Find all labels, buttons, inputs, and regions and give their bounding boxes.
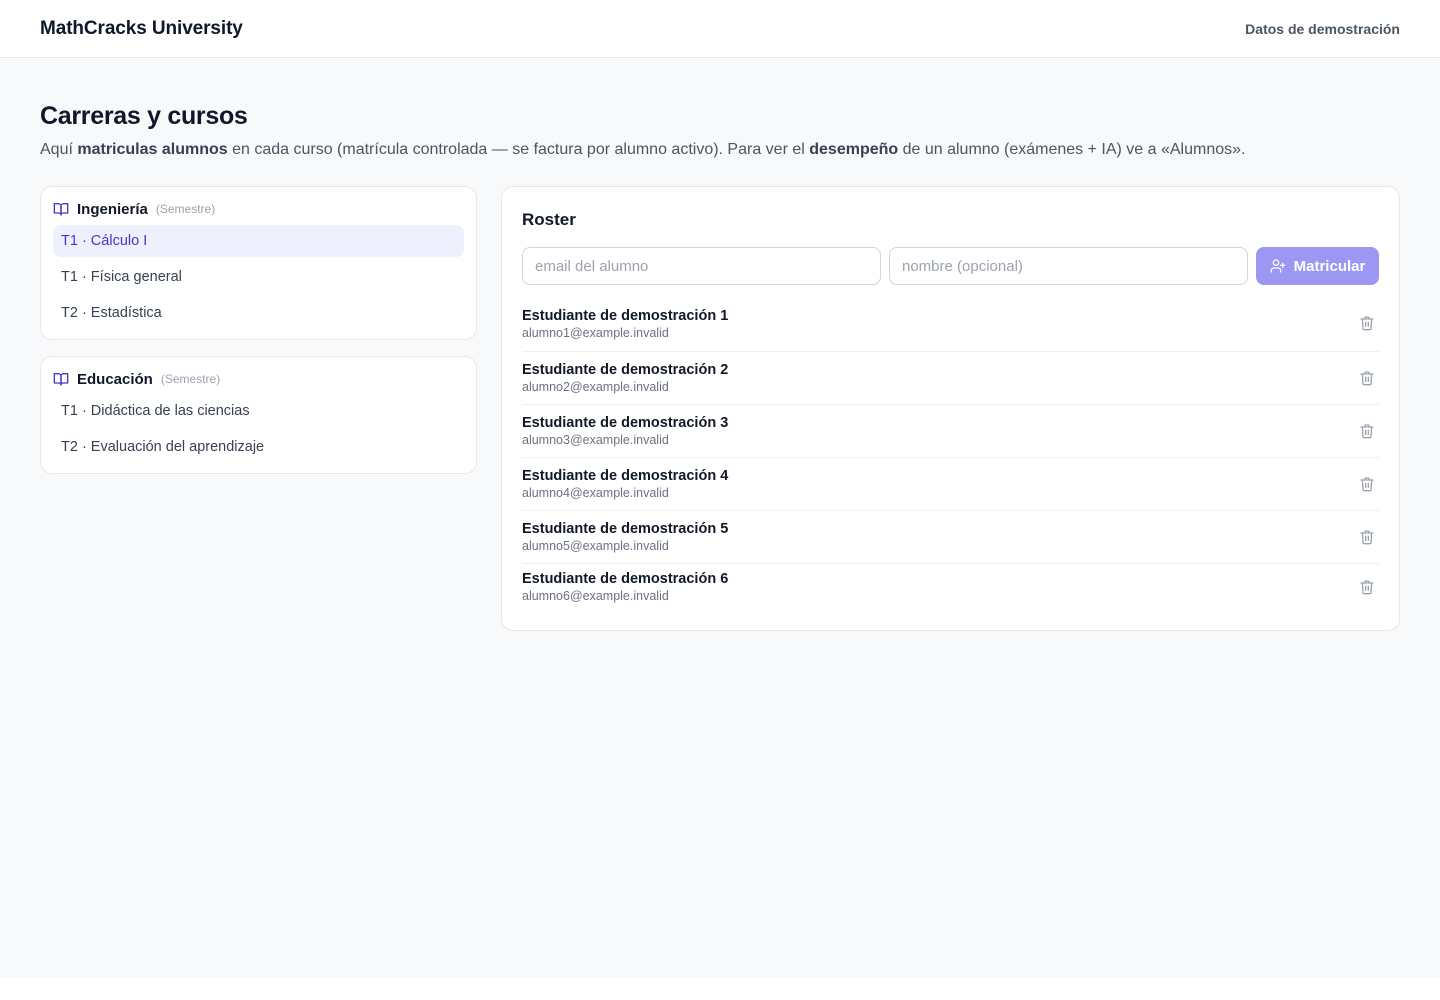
career-header: Ingeniería (Semestre) [53,199,464,219]
student-name: Estudiante de demostración 2 [522,361,729,378]
student-list: Estudiante de demostración 1 alumno1@exam… [522,307,1379,610]
career-header: Educación (Semestre) [53,369,464,389]
roster-panel: Roster Matricular Estudiante de demostra… [501,186,1400,631]
student-email: alumno2@example.invalid [522,379,669,394]
course-item[interactable]: T2 · Evaluación del aprendizaje [53,431,464,463]
subtitle-text: de un alumno (exámenes + IA) ve a «Alumn… [898,141,1246,158]
page-title: Carreras y cursos [40,102,248,130]
subtitle-text: en cada curso (matrícula controlada — se… [227,141,810,158]
app-root: MathCracks University Datos de demostrac… [0,0,1440,977]
subtitle-bold: matriculas alumnos [77,141,228,158]
student-name: Estudiante de demostración 6 [522,570,729,587]
career-period: (Semestre) [160,372,221,386]
demo-data-link[interactable]: Datos de demostración [1245,21,1400,37]
student-info: Estudiante de demostración 6 alumno6@exam… [522,570,728,605]
subtitle-bold: desempeño [809,141,899,158]
student-email-input[interactable] [522,247,881,285]
page-subtitle: Aquí matriculas alumnos en cada curso (m… [40,138,1400,162]
student-email: alumno6@example.invalid [522,588,669,603]
course-item[interactable]: T1 · Didáctica de las ciencias [53,395,464,427]
student-name: Estudiante de demostración 5 [522,520,729,537]
student-row: Estudiante de demostración 1 alumno1@exam… [522,307,1379,352]
trash-icon[interactable] [1357,313,1377,333]
student-row: Estudiante de demostración 4 alumno4@exam… [522,458,1379,511]
student-info: Estudiante de demostración 3 alumno3@exam… [522,414,728,449]
trash-icon[interactable] [1357,527,1377,547]
student-row: Estudiante de demostración 6 alumno6@exam… [522,564,1379,610]
enroll-form: Matricular [522,247,1379,285]
student-email: alumno5@example.invalid [522,538,669,553]
brand-name: MathCracks University [40,17,243,39]
trash-icon[interactable] [1357,368,1377,388]
student-name-input[interactable] [889,247,1248,285]
student-name: Estudiante de demostración 4 [522,467,729,484]
course-item[interactable]: T1 · Cálculo I [53,225,464,257]
student-info: Estudiante de demostración 5 alumno5@exam… [522,520,728,555]
top-bar: MathCracks University Datos de demostrac… [0,0,1440,58]
main-content: Carreras y cursos Aquí matriculas alumno… [0,58,1440,631]
student-email: alumno1@example.invalid [522,326,669,340]
student-name: Estudiante de demostración 3 [522,414,729,431]
subtitle-text: Aquí [40,141,78,158]
student-row: Estudiante de demostración 5 alumno5@exam… [522,511,1379,564]
book-icon [53,371,69,387]
career-name: Educación [77,370,153,388]
user-plus-icon [1270,258,1286,274]
student-row: Estudiante de demostración 2 alumno2@exam… [522,352,1379,405]
book-icon [53,201,69,217]
enroll-button[interactable]: Matricular [1256,247,1379,285]
student-email: alumno4@example.invalid [522,485,669,500]
trash-icon[interactable] [1357,421,1377,441]
student-info: Estudiante de demostración 4 alumno4@exam… [522,467,728,502]
enroll-button-label: Matricular [1293,257,1366,275]
trash-icon[interactable] [1357,577,1377,597]
course-item[interactable]: T1 · Física general [53,261,464,293]
trash-icon[interactable] [1357,474,1377,494]
student-row: Estudiante de demostración 3 alumno3@exam… [522,405,1379,458]
career-period: (Semestre) [155,202,216,216]
two-column-layout: Ingeniería (Semestre) T1 · Cálculo I T1 · F… [40,186,1400,631]
career-card: Educación (Semestre) T1 · Didáctica de las… [40,356,477,474]
career-card: Ingeniería (Semestre) T1 · Cálculo I T1 · F… [40,186,477,340]
career-name: Ingeniería [77,200,148,218]
student-name: Estudiante de demostración 1 [522,308,729,324]
careers-column: Ingeniería (Semestre) T1 · Cálculo I T1 · F… [40,186,477,474]
student-info: Estudiante de demostración 2 alumno2@exam… [522,361,728,396]
student-email: alumno3@example.invalid [522,432,669,447]
student-info: Estudiante de demostración 1 alumno1@exam… [522,307,728,342]
roster-title: Roster [522,210,576,229]
course-item[interactable]: T2 · Estadística [53,297,464,329]
